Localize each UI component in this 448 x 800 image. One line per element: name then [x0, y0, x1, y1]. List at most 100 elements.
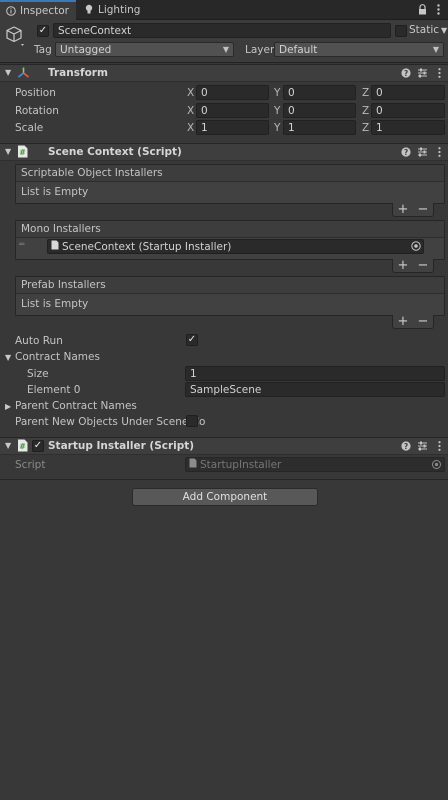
tab-lighting[interactable]: Lighting	[78, 0, 142, 19]
script-file-icon	[51, 240, 59, 253]
gameobject-cube-icon[interactable]	[5, 24, 29, 50]
more-options-icon[interactable]	[432, 3, 444, 15]
object-active-checkbox[interactable]: ✓	[37, 25, 49, 37]
static-dropdown[interactable]: Static ▼	[409, 24, 447, 36]
element0-input[interactable]: SampleScene	[185, 382, 445, 397]
chevron-down-icon: ▼	[441, 25, 448, 35]
value: SampleScene	[190, 383, 262, 396]
value: 0	[376, 104, 383, 117]
position-x-input[interactable]: 0	[196, 85, 269, 100]
value: 1	[288, 121, 295, 134]
scale-x-input[interactable]: 1	[196, 120, 269, 135]
axis-y-label[interactable]: Y	[274, 122, 280, 134]
context-menu-icon[interactable]	[434, 67, 445, 78]
lock-icon[interactable]	[416, 3, 428, 15]
mono-installer-value: SceneContext (Startup Installer)	[62, 240, 232, 253]
object-name-input[interactable]: SceneContext	[53, 23, 391, 38]
object-name-text: SceneContext	[58, 24, 132, 37]
axis-x-label[interactable]: X	[187, 105, 194, 117]
value: 0	[288, 104, 295, 117]
remove-item-button[interactable]: −	[418, 259, 429, 272]
list-footer: + −	[392, 203, 434, 217]
static-label: Static	[409, 24, 440, 36]
scale-z-input[interactable]: 1	[371, 120, 445, 135]
script-object-field: StartupInstaller	[185, 457, 445, 472]
add-item-button[interactable]: +	[398, 315, 409, 328]
foldout-arrow-icon[interactable]: ▼	[5, 441, 11, 450]
svg-text:#: #	[19, 148, 25, 157]
position-y-input[interactable]: 0	[283, 85, 356, 100]
chevron-down-icon: ▼	[432, 45, 439, 54]
axis-z-label[interactable]: Z	[362, 105, 369, 117]
remove-item-button[interactable]: −	[418, 203, 429, 216]
parent-contract-names-label[interactable]: Parent Contract Names	[15, 400, 137, 412]
list-footer: + −	[392, 315, 434, 329]
layer-label: Layer	[245, 44, 275, 56]
add-item-button[interactable]: +	[398, 259, 409, 272]
drag-handle-icon[interactable]: ═	[19, 240, 24, 250]
scriptable-installers-title: Scriptable Object Installers	[21, 167, 163, 179]
axis-x-label[interactable]: X	[187, 122, 194, 134]
tag-value: Untagged	[60, 43, 112, 56]
size-input[interactable]: 1	[185, 366, 445, 381]
help-icon[interactable]: ?	[400, 146, 411, 157]
foldout-arrow-icon[interactable]: ▼	[5, 68, 11, 77]
value: 1	[201, 121, 208, 134]
preset-icon[interactable]	[417, 146, 428, 157]
context-menu-icon[interactable]	[434, 146, 445, 157]
svg-text:?: ?	[403, 442, 407, 451]
foldout-arrow-icon[interactable]: ▼	[5, 353, 11, 362]
axis-y-label[interactable]: Y	[274, 87, 280, 99]
contract-names-label[interactable]: Contract Names	[15, 351, 100, 363]
add-item-button[interactable]: +	[398, 203, 409, 216]
context-menu-icon[interactable]	[434, 440, 445, 451]
element0-label: Element 0	[27, 384, 81, 396]
add-component-button[interactable]: Add Component	[132, 488, 318, 506]
preset-icon[interactable]	[417, 440, 428, 451]
remove-item-button[interactable]: −	[418, 315, 429, 328]
script-value: StartupInstaller	[200, 458, 282, 471]
layer-dropdown[interactable]: Default ▼	[274, 42, 444, 57]
startup-installer-header-icons: ?	[400, 440, 445, 451]
mono-installer-object-field[interactable]: SceneContext (Startup Installer)	[47, 239, 424, 254]
axis-y-label[interactable]: Y	[274, 105, 280, 117]
auto-run-label: Auto Run	[15, 335, 63, 347]
rotation-label: Rotation	[15, 105, 59, 117]
tab-inspector[interactable]: Inspector	[0, 0, 76, 20]
tab-label: Inspector	[20, 5, 69, 17]
foldout-collapsed-icon[interactable]: ▶	[5, 402, 11, 411]
add-component-label: Add Component	[182, 491, 268, 503]
rotation-x-input[interactable]: 0	[196, 103, 269, 118]
value: 0	[201, 104, 208, 117]
svg-text:?: ?	[403, 148, 407, 157]
component-enabled-checkbox[interactable]: ✓	[32, 440, 44, 452]
auto-run-checkbox[interactable]: ✓	[186, 334, 198, 346]
help-icon[interactable]: ?	[400, 440, 411, 451]
transform-header-icons: ?	[400, 67, 445, 78]
position-z-input[interactable]: 0	[371, 85, 445, 100]
help-icon[interactable]: ?	[400, 67, 411, 78]
preset-icon[interactable]	[417, 67, 428, 78]
object-picker-icon	[430, 458, 443, 474]
object-picker-icon[interactable]	[409, 239, 423, 256]
scale-y-input[interactable]: 1	[283, 120, 356, 135]
rotation-y-input[interactable]: 0	[283, 103, 356, 118]
startup-installer-title: Startup Installer (Script)	[48, 440, 195, 452]
static-checkbox[interactable]	[395, 25, 407, 37]
layer-value: Default	[279, 43, 318, 56]
script-file-icon	[189, 458, 197, 471]
prefab-installers-title: Prefab Installers	[21, 279, 106, 291]
script-label: Script	[15, 459, 46, 471]
axis-x-label[interactable]: X	[187, 87, 194, 99]
tag-dropdown[interactable]: Untagged ▼	[55, 42, 234, 57]
axis-z-label[interactable]: Z	[362, 122, 369, 134]
value: 1	[190, 367, 197, 380]
lightbulb-icon	[84, 4, 94, 15]
foldout-arrow-icon[interactable]: ▼	[5, 147, 11, 156]
axis-z-label[interactable]: Z	[362, 87, 369, 99]
divider	[0, 479, 448, 480]
script-file-icon: #	[17, 439, 28, 455]
rotation-z-input[interactable]: 0	[371, 103, 445, 118]
parent-new-objects-checkbox[interactable]	[186, 415, 198, 427]
mono-installers-title: Mono Installers	[21, 223, 101, 235]
